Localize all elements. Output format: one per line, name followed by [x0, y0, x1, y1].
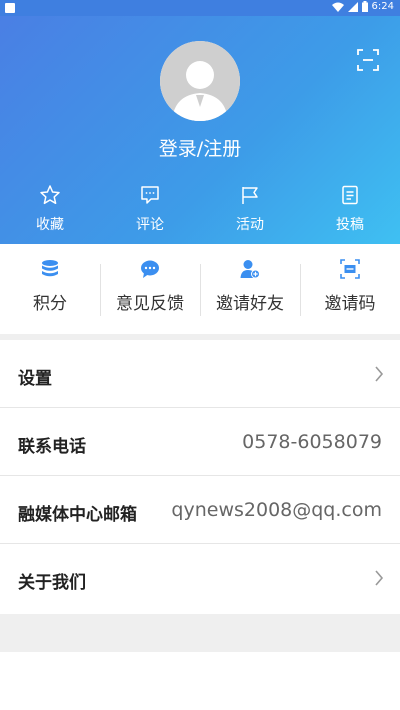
- feature-grid: 积分 意见反馈 邀请好友 邀请码: [0, 244, 400, 334]
- row-label: 设置: [18, 369, 52, 389]
- feedback-button[interactable]: 意见反馈: [100, 244, 200, 334]
- notification-icon: [5, 3, 15, 13]
- star-icon: [40, 185, 60, 205]
- bottom-area: [0, 652, 400, 710]
- comment-icon: [141, 186, 159, 204]
- signal-icon: [347, 1, 358, 12]
- avatar[interactable]: [160, 41, 240, 121]
- feature-label: 意见反馈: [116, 294, 184, 314]
- row-label: 关于我们: [18, 573, 86, 593]
- row-label: 融媒体中心邮箱: [18, 505, 137, 525]
- quick-action-label: 活动: [236, 217, 264, 233]
- scan-code-icon: [340, 259, 360, 279]
- invite-friends-button[interactable]: 邀请好友: [200, 244, 300, 334]
- feature-label: 邀请码: [324, 294, 376, 314]
- submit-article-button[interactable]: 投稿: [310, 184, 390, 234]
- media-center-email-row[interactable]: 融媒体中心邮箱 qynews2008@qq.com: [0, 476, 400, 544]
- settings-list: 设置 联系电话 0578-6058079 融媒体中心邮箱 qynews2008@…: [0, 340, 400, 614]
- favorites-button[interactable]: 收藏: [10, 184, 90, 234]
- settings-row[interactable]: 设置: [0, 340, 400, 408]
- profile-header: 登录/注册 收藏 评论 活动 投稿: [0, 16, 400, 244]
- clock: 6:24: [371, 1, 394, 12]
- login-register-link[interactable]: 登录/注册: [0, 134, 400, 161]
- email-value: qynews2008@qq.com: [171, 499, 382, 521]
- quick-actions: 收藏 评论 活动 投稿: [0, 184, 400, 234]
- chevron-right-icon: [375, 366, 384, 382]
- scan-icon[interactable]: [356, 48, 380, 72]
- document-icon: [342, 185, 358, 205]
- comments-button[interactable]: 评论: [110, 184, 190, 234]
- quick-action-label: 收藏: [36, 217, 64, 233]
- points-button[interactable]: 积分: [0, 244, 100, 334]
- battery-icon: [361, 1, 368, 12]
- quick-action-label: 评论: [136, 217, 164, 233]
- invitation-code-button[interactable]: 邀请码: [300, 244, 400, 334]
- feature-label: 邀请好友: [216, 294, 284, 314]
- flag-icon: [242, 187, 258, 204]
- chat-bubble-icon: [141, 260, 159, 278]
- contact-phone-row[interactable]: 联系电话 0578-6058079: [0, 408, 400, 476]
- quick-action-label: 投稿: [336, 217, 364, 233]
- phone-value: 0578-6058079: [242, 431, 382, 453]
- wifi-icon: [331, 2, 344, 12]
- row-label: 联系电话: [18, 437, 86, 457]
- status-bar: 6:24: [0, 0, 400, 16]
- activities-button[interactable]: 活动: [210, 184, 290, 234]
- chevron-right-icon: [375, 570, 384, 586]
- feature-label: 积分: [33, 294, 67, 314]
- default-avatar-icon: [160, 41, 240, 121]
- about-us-row[interactable]: 关于我们: [0, 544, 400, 614]
- add-user-icon: [240, 260, 260, 279]
- database-icon: [42, 260, 58, 277]
